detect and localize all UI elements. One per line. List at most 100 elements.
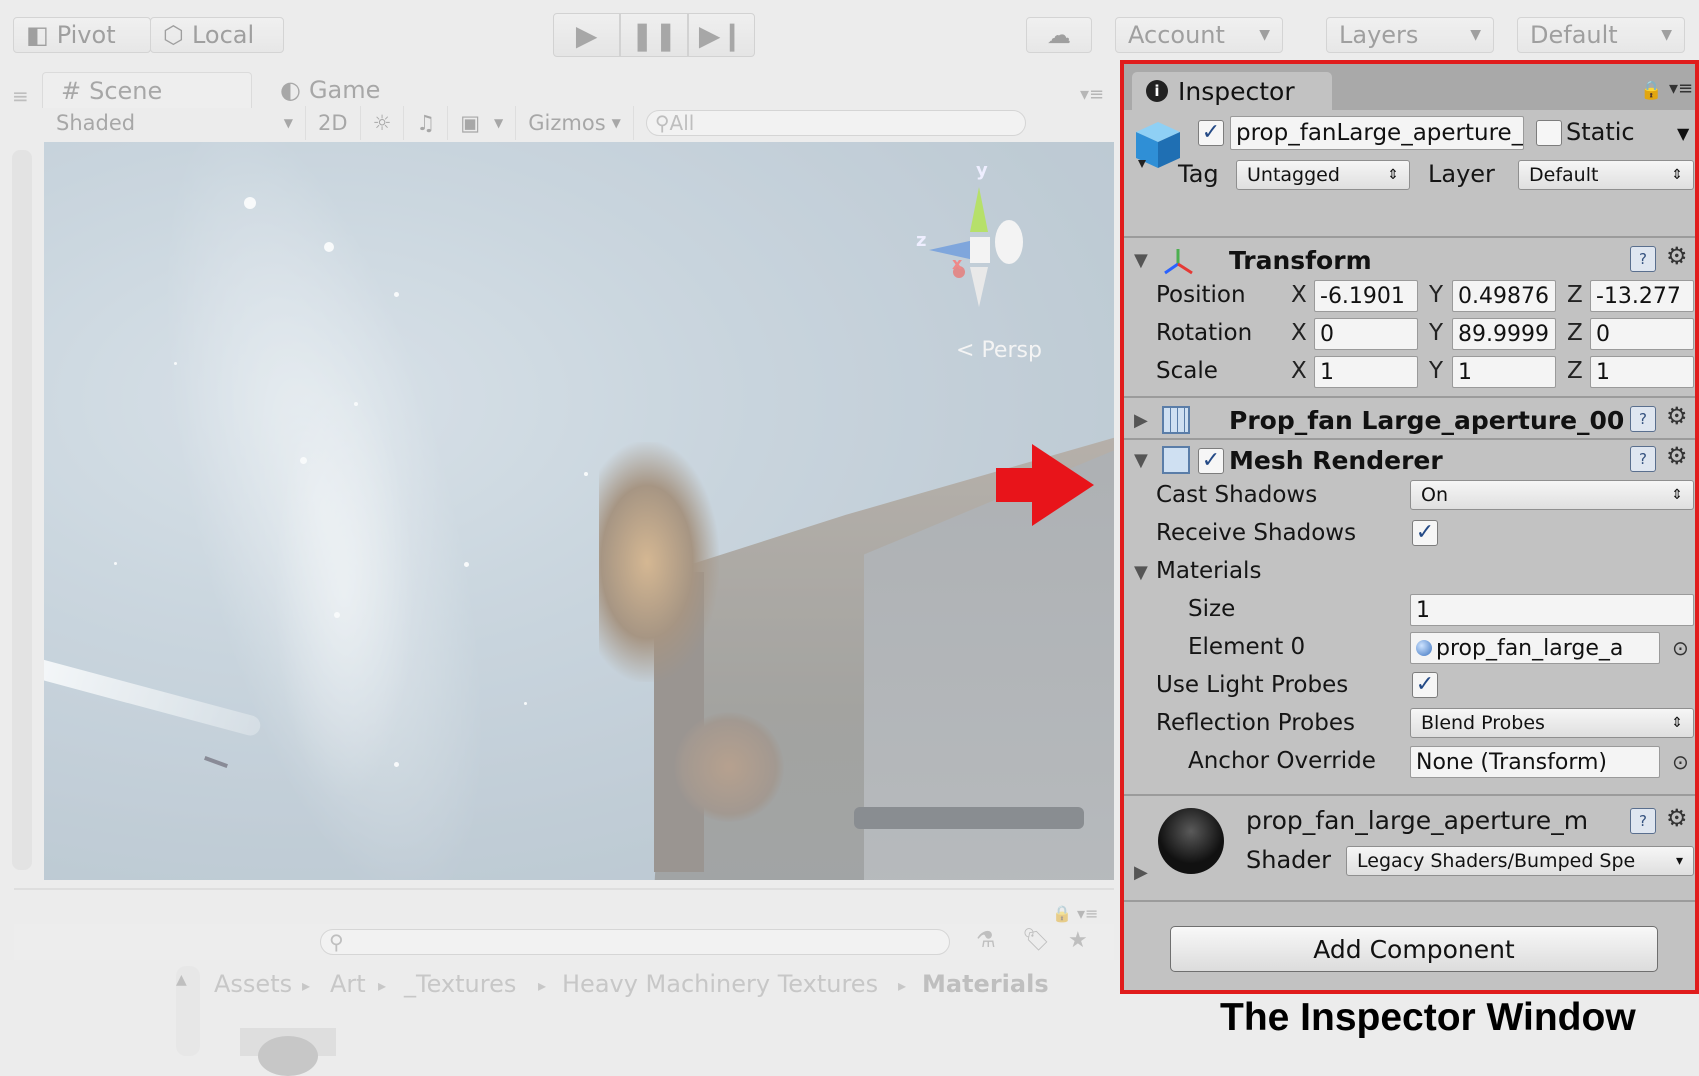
object-name-field[interactable]: prop_fanLarge_aperture_ [1230,116,1524,150]
divider [1124,900,1695,902]
static-checkbox[interactable] [1536,120,1562,146]
step-button[interactable]: ▶❙ [687,13,755,57]
shader-dropdown[interactable]: Legacy Shaders/Bumped Spe ▾ [1346,846,1694,876]
scroll-up-icon[interactable]: ▲ [176,972,187,988]
scale-x-field[interactable]: 1 [1314,356,1418,388]
scene-scrollbar[interactable] [12,150,32,870]
book-icon[interactable]: ? [1630,406,1656,432]
mesh-renderer-title[interactable]: Mesh Renderer [1229,446,1443,475]
lock-icon[interactable]: 🔒 ▾≡ [1052,904,1098,923]
tab-scene[interactable]: # Scene [42,72,252,108]
gear-icon[interactable]: ⚙ [1666,804,1688,832]
static-dropdown-arrow[interactable]: ▼ [1677,124,1689,143]
mesh-renderer-enabled-checkbox[interactable]: ✓ [1198,448,1224,474]
label-tag-icon[interactable]: 🏷 [1022,928,1050,953]
materials-size-field[interactable]: 1 [1410,594,1694,626]
gear-icon[interactable]: ⚙ [1666,242,1688,270]
position-z-field[interactable]: -13.277 [1590,280,1694,312]
object-picker-icon[interactable]: ⊙ [1672,750,1689,774]
book-icon[interactable]: ? [1630,808,1656,834]
reflection-probes-dropdown[interactable]: Blend Probes ⇕ [1410,708,1694,738]
fold-arrow-icon[interactable]: ▶ [1134,862,1148,883]
chevron-down-icon: ▼ [283,116,293,130]
mode-2d-toggle[interactable]: 2D [306,106,361,140]
cloud-button[interactable]: ☁ [1026,17,1092,53]
position-y-field[interactable]: 0.49876 [1452,280,1556,312]
anchor-override-field[interactable]: None (Transform) [1410,746,1660,778]
book-icon[interactable]: ? [1630,246,1656,272]
axis-y-label: Y [1429,358,1444,384]
layout-dropdown[interactable]: Default ▼ [1517,17,1685,53]
scene-viewport[interactable]: y z x < Persp [44,142,1114,880]
light-probes-checkbox[interactable]: ✓ [1412,672,1438,698]
book-icon[interactable]: ? [1630,446,1656,472]
rotation-y-field[interactable]: 89.9999 [1452,318,1556,350]
filter-type-icon[interactable]: ⚗ [976,928,996,953]
fold-arrow-icon[interactable]: ▼ [1134,450,1148,471]
scale-y-field[interactable]: 1 [1452,356,1556,388]
gizmo-y-cone[interactable] [970,187,988,232]
tag-dropdown[interactable]: Untagged ⇕ [1236,160,1410,190]
play-button[interactable]: ▶ [553,13,621,57]
add-component-button[interactable]: Add Component [1170,926,1658,972]
fold-arrow-icon[interactable]: ▶ [1134,410,1148,431]
lighting-toggle[interactable]: ☼ [361,106,405,140]
effects-dropdown[interactable]: ▣ ▼ [448,106,517,140]
breadcrumb-materials[interactable]: Materials [922,970,1049,998]
pivot-button[interactable]: ◧ Pivot [13,17,151,53]
element0-field[interactable]: prop_fan_large_a [1410,632,1660,664]
scene-gizmo[interactable] [914,162,1044,312]
layers-dropdown[interactable]: Layers ▼ [1326,17,1494,53]
account-dropdown[interactable]: Account ▼ [1115,17,1283,53]
fold-arrow-icon[interactable]: ▼ [1134,250,1148,271]
gizmos-label: Gizmos [528,111,606,135]
projection-toggle[interactable]: < Persp [956,338,1042,363]
chevron-down-icon: ▼ [1661,27,1672,43]
scale-z-field[interactable]: 1 [1590,356,1694,388]
breadcrumb-assets[interactable]: Assets [214,970,292,998]
inspector-tab-bar: i Inspector 🔒 ▾≡ [1124,64,1695,110]
rotation-z-field[interactable]: 0 [1590,318,1694,350]
object-active-checkbox[interactable]: ✓ [1198,120,1224,146]
layers-label: Layers [1339,21,1419,49]
materials-label[interactable]: Materials [1156,558,1261,584]
receive-shadows-checkbox[interactable]: ✓ [1412,520,1438,546]
position-x-field[interactable]: -6.1901 [1314,280,1418,312]
cast-shadows-dropdown[interactable]: On ⇕ [1410,480,1694,510]
gear-icon[interactable]: ⚙ [1666,402,1688,430]
gizmo-center-cube[interactable] [970,237,990,263]
material-name[interactable]: prop_fan_large_aperture_m [1246,806,1626,835]
audio-toggle[interactable]: ♫ [404,106,449,140]
divider [1124,236,1695,238]
layer-dropdown[interactable]: Default ⇕ [1518,160,1694,190]
gizmo-neg-x-cone[interactable] [995,220,1023,264]
shading-dropdown[interactable]: Shaded ▼ [44,106,306,140]
fold-arrow-icon[interactable]: ▼ [1134,562,1148,583]
menu-icon[interactable]: ≡ [12,84,29,108]
object-picker-icon[interactable]: ⊙ [1672,636,1689,660]
rotation-y-value: 89.9999 [1458,321,1549,347]
scene-search: ⚲ All [634,110,1026,136]
gear-icon[interactable]: ⚙ [1666,442,1688,470]
gizmo-neg-y-cone[interactable] [970,267,988,307]
axis-z-label: Z [1567,320,1583,346]
tab-inspector[interactable]: i Inspector [1132,72,1332,110]
mesh-filter-title[interactable]: Prop_fan Large_aperture_00 [1229,406,1624,435]
transform-title[interactable]: Transform [1229,246,1372,275]
pause-button[interactable]: ❚❚ [620,13,688,57]
menu-icon[interactable]: ▾≡ [1669,78,1693,99]
menu-icon[interactable]: ▾≡ [1080,84,1104,105]
star-icon[interactable]: ★ [1068,928,1088,953]
scene-search-input[interactable]: ⚲ All [645,110,1026,136]
breadcrumb-art[interactable]: Art [330,970,366,998]
project-search-input[interactable]: ⚲ [320,929,950,955]
tab-game[interactable]: ◐ Game [262,72,422,108]
local-button[interactable]: ⬡ Local [150,17,284,53]
rotation-x-field[interactable]: 0 [1314,318,1418,350]
axis-x-label: X [1291,320,1307,346]
asset-thumbnail[interactable] [240,1028,336,1076]
lock-icon[interactable]: 🔒 [1640,80,1662,101]
gizmos-dropdown[interactable]: Gizmos ▼ [516,106,634,140]
breadcrumb-heavy-machinery[interactable]: Heavy Machinery Textures [562,970,878,998]
breadcrumb-textures[interactable]: _Textures [404,970,516,998]
